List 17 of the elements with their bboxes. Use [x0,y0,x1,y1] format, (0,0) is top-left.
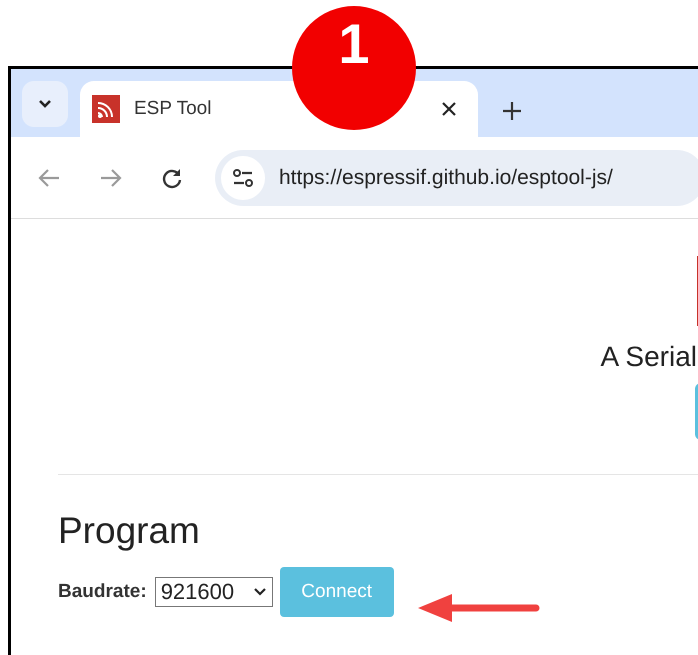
new-tab-icon[interactable] [502,101,522,121]
site-settings-icon[interactable] [232,168,254,188]
baudrate-select[interactable]: 921600 [154,576,273,607]
address-bar[interactable]: https://espressif.github.io/esptool-js/ [215,150,698,206]
tab-title: ESP Tool [134,98,212,120]
subtitle: A Serial [600,341,697,373]
favicon-icon [92,95,120,123]
chevron-down-icon [38,99,52,109]
url-text: https://espressif.github.io/esptool-js/ [279,166,613,190]
chevron-down-icon [254,588,266,596]
close-icon[interactable] [442,102,456,116]
baudrate-label: Baudrate: [58,580,147,603]
step-badge: 1 [292,6,416,130]
reload-icon[interactable] [161,166,183,188]
section-title: Program [58,511,201,552]
back-icon[interactable] [37,168,61,188]
forward-icon[interactable] [99,168,123,188]
